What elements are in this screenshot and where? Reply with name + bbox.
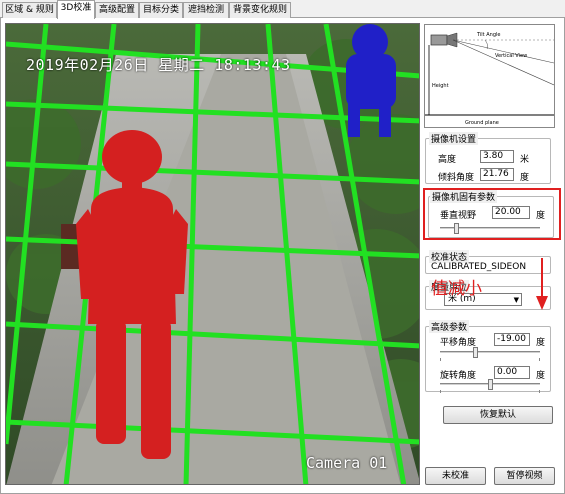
pause-video-button[interactable]: 暂停视频 [494,467,555,485]
camera-icon [430,34,448,46]
pan-slider[interactable] [440,347,540,361]
annotation-text: 值减小 [431,279,482,299]
tab-bar: 区域 & 规则 3D校准 高级配置 目标分类 遮挡检测 背景变化规则 [0,0,565,19]
tilt-input[interactable]: 21.76 [480,168,514,181]
rotation-slider[interactable] [440,379,540,393]
tab-region-rules[interactable]: 区域 & 规则 [2,2,57,18]
advanced-params-title: 高级参数 [429,320,470,333]
diagram-label-ground: Ground plane [465,120,499,126]
tab-target-classification[interactable]: 目标分类 [139,2,183,18]
diagram-label-vertical-view: Vertical View [495,53,527,59]
camera-settings-title: 摄像机设置 [429,132,479,145]
tab-advanced-config[interactable]: 高级配置 [95,2,139,18]
tab-3d-calibration[interactable]: 3D校准 [57,0,95,19]
tilt-label: 倾斜角度 [438,173,475,183]
height-label: 高度 [438,155,457,165]
down-arrow-icon [536,258,548,310]
diagram-label-tilt: Tilt Angle [476,32,500,38]
highlight-box [423,188,561,240]
camera-label: Camera 01 [306,454,388,472]
height-input[interactable]: 3.80 [480,150,514,163]
tilt-unit: 度 [520,173,530,183]
diagram-label-height: Height [432,83,449,89]
height-unit: 米 [520,155,530,165]
video-timestamp: 2019年02月26日 星期二 18:13:43 [26,56,291,74]
tab-occlusion-detection[interactable]: 遮挡检测 [183,2,229,18]
restore-defaults-button[interactable]: 恢复默认 [443,406,553,424]
video-view[interactable]: 2019年02月26日 星期二 18:13:43 Camera 01 [5,23,420,485]
camera-scene [6,24,419,484]
calibration-state-value: CALIBRATED_SIDEON [431,262,527,272]
rotation-slider-thumb[interactable] [487,379,493,390]
chevron-down-icon: ▼ [513,296,519,304]
camera-geometry-illustration: Tilt Angle Vertical View Height Ground p… [425,32,555,126]
rotation-input[interactable]: 0.00 [494,366,530,379]
uncalibrate-button[interactable]: 未校准 [425,467,486,485]
camera-geometry-diagram: Tilt Angle Vertical View Height Ground p… [424,24,555,128]
tab-background-change-rules[interactable]: 背景变化规则 [229,2,291,18]
pan-slider-thumb[interactable] [473,347,479,358]
pan-input[interactable]: -19.00 [494,333,530,346]
